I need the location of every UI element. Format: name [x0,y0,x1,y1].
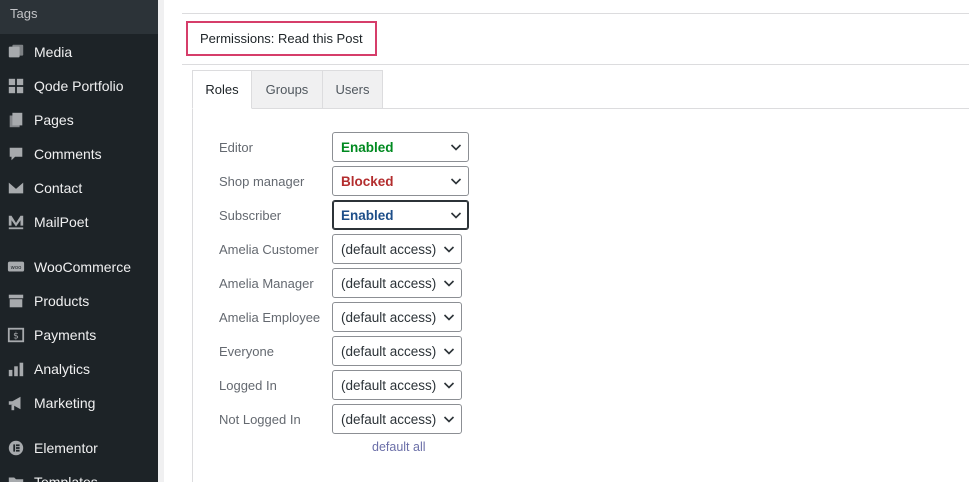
select-value: Enabled [341,207,394,223]
sidebar-item-label: Payments [34,327,97,343]
divider [182,64,969,65]
role-label-amelia-customer: Amelia Customer [219,242,319,257]
select-value: (default access) [341,377,437,393]
tab-groups[interactable]: Groups [251,70,323,109]
permissions-panel: Permissions: Read this Post Roles Groups… [164,0,969,482]
sidebar-item-pages[interactable]: Pages [0,103,158,137]
sidebar-item-payments[interactable]: $ Payments [0,318,158,352]
select-value: (default access) [341,275,437,291]
sidebar-item-label: Media [34,44,73,60]
access-select-amelia-manager[interactable]: (default access) [332,268,462,298]
select-value: Blocked [341,173,394,189]
sidebar-item-analytics[interactable]: Analytics [0,352,158,386]
woo-icon: woo [6,257,26,277]
envelope-icon [6,178,26,198]
select-value: (default access) [341,411,437,427]
access-select-not-logged-in[interactable]: (default access) [332,404,462,434]
elementor-icon [6,438,26,458]
sidebar-item-label: MailPoet [34,214,89,230]
megaphone-icon [6,393,26,413]
chevron-down-icon [437,345,461,357]
access-select-everyone[interactable]: (default access) [332,336,462,366]
access-select-shop-manager[interactable]: Blocked [332,166,469,196]
chevron-down-icon [437,243,461,255]
sidebar-item-label: Contact [34,180,83,196]
default-all-link[interactable]: default all [372,440,426,454]
permissions-title: Permissions: Read this Post [186,21,377,56]
chevron-down-icon [437,311,461,323]
mailpoet-icon [6,212,26,232]
svg-text:woo: woo [11,265,22,271]
grid-icon [6,76,26,96]
pages-icon [6,110,26,130]
chevron-down-icon [444,141,468,153]
role-label-not-logged-in: Not Logged In [219,412,301,427]
sidebar-item-label: Comments [34,146,102,162]
sidebar-item-label: Analytics [34,361,91,377]
sidebar-item-label: Templates [34,474,98,482]
sidebar-item-qode-portfolio[interactable]: Qode Portfolio [0,69,158,103]
role-label-amelia-manager: Amelia Manager [219,276,314,291]
select-value: Enabled [341,139,394,155]
access-select-subscriber[interactable]: Enabled [332,200,469,230]
access-select-amelia-employee[interactable]: (default access) [332,302,462,332]
role-label-editor: Editor [219,140,253,155]
sidebar-item-label: Elementor [34,440,98,456]
select-value: (default access) [341,343,437,359]
chevron-down-icon [444,209,468,221]
sidebar-item-elementor[interactable]: Elementor [0,431,158,465]
chevron-down-icon [437,413,461,425]
admin-sidebar: Tags Media Qode Portfolio Pages Comments… [0,0,158,482]
sidebar-item-media[interactable]: Media [0,35,158,69]
role-label-logged-in: Logged In [219,378,277,393]
svg-text:$: $ [13,332,19,342]
dollar-icon: $ [6,325,26,345]
access-select-amelia-customer[interactable]: (default access) [332,234,462,264]
access-select-logged-in[interactable]: (default access) [332,370,462,400]
sidebar-item-comments[interactable]: Comments [0,137,158,171]
divider [182,13,969,14]
tab-users[interactable]: Users [322,70,383,109]
select-value: (default access) [341,241,437,257]
sidebar-item-label: Qode Portfolio [34,78,124,94]
role-label-everyone: Everyone [219,344,274,359]
chevron-down-icon [437,277,461,289]
sidebar-item-marketing[interactable]: Marketing [0,386,158,420]
chevron-down-icon [437,379,461,391]
sidebar-item-label: Marketing [34,395,96,411]
media-icon [6,42,26,62]
role-label-amelia-employee: Amelia Employee [219,310,321,325]
sidebar-item-woocommerce[interactable]: woo WooCommerce [0,250,158,284]
bar-chart-icon [6,359,26,379]
sidebar-item-mailpoet[interactable]: MailPoet [0,205,158,239]
sidebar-item-tags[interactable]: Tags [0,0,158,34]
sidebar-item-label: WooCommerce [34,259,131,275]
archive-icon [6,291,26,311]
main-content: Permissions: Read this Post Roles Groups… [158,0,969,482]
select-value: (default access) [341,309,437,325]
sidebar-item-label: Pages [34,112,74,128]
tab-roles[interactable]: Roles [192,70,252,109]
role-label-subscriber: Subscriber [219,208,282,223]
role-label-shop-manager: Shop manager [219,174,305,189]
sidebar-item-label: Products [34,293,90,309]
comment-icon [6,144,26,164]
folder-icon [6,472,26,482]
sidebar-item-templates[interactable]: Templates [0,465,158,482]
chevron-down-icon [444,175,468,187]
sidebar-item-products[interactable]: Products [0,284,158,318]
access-select-editor[interactable]: Enabled [332,132,469,162]
sidebar-item-contact[interactable]: Contact [0,171,158,205]
